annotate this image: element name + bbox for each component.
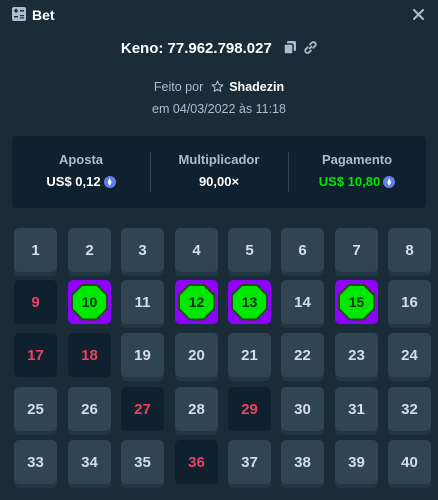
tile-number: 36 [188, 453, 205, 471]
keno-tile-26[interactable]: 26 [68, 387, 111, 431]
tile-number: 10 [81, 294, 98, 310]
keno-tile-10[interactable]: 10 [68, 280, 111, 324]
tile-number: 14 [294, 293, 311, 311]
tile-number: 13 [241, 294, 258, 310]
keno-tile-24[interactable]: 24 [388, 333, 431, 377]
keno-tile-28[interactable]: 28 [175, 387, 218, 431]
keno-tile-38[interactable]: 38 [281, 440, 324, 484]
tile-number: 7 [352, 241, 361, 259]
tile-number: 34 [81, 453, 98, 471]
keno-tile-23[interactable]: 23 [335, 333, 378, 377]
keno-tile-12[interactable]: 12 [175, 280, 218, 324]
keno-tile-11[interactable]: 11 [121, 280, 164, 324]
keno-tile-25[interactable]: 25 [14, 387, 57, 431]
tile-number: 31 [348, 400, 365, 418]
tile-number: 5 [245, 241, 254, 259]
keno-tile-19[interactable]: 19 [121, 333, 164, 377]
keno-tile-34[interactable]: 34 [68, 440, 111, 484]
tile-number: 2 [85, 241, 94, 259]
keno-tile-1[interactable]: 1 [14, 228, 57, 272]
keno-tile-2[interactable]: 2 [68, 228, 111, 272]
tile-number: 16 [401, 293, 418, 311]
tile-number: 28 [188, 400, 205, 418]
keno-tile-9[interactable]: 9 [14, 280, 57, 324]
tile-number: 17 [27, 346, 44, 364]
tile-number: 22 [294, 346, 311, 364]
tile-number: 19 [134, 346, 151, 364]
tile-number: 37 [241, 453, 258, 471]
keno-tile-40[interactable]: 40 [388, 440, 431, 484]
keno-tile-20[interactable]: 20 [175, 333, 218, 377]
tile-number: 20 [188, 346, 205, 364]
tile-number: 27 [134, 400, 151, 418]
tile-number: 40 [401, 453, 418, 471]
tile-number: 21 [241, 346, 258, 364]
keno-tile-18[interactable]: 18 [68, 333, 111, 377]
tile-number: 18 [81, 346, 98, 364]
keno-tile-36[interactable]: 36 [175, 440, 218, 484]
keno-board: 1 2 3 4 5 6 7 8 9 10 11 12 13 14 15 16 17 18 19 20 21 22 23 24 2… [0, 0, 438, 500]
tile-number: 9 [31, 293, 40, 311]
tile-number: 4 [192, 241, 201, 259]
keno-tile-32[interactable]: 32 [388, 387, 431, 431]
tile-number: 39 [348, 453, 365, 471]
keno-tile-13[interactable]: 13 [228, 280, 271, 324]
keno-tile-21[interactable]: 21 [228, 333, 271, 377]
keno-tile-7[interactable]: 7 [335, 228, 378, 272]
keno-tile-3[interactable]: 3 [121, 228, 164, 272]
keno-tile-5[interactable]: 5 [228, 228, 271, 272]
tile-number: 24 [401, 346, 418, 364]
keno-tile-14[interactable]: 14 [281, 280, 324, 324]
tile-number: 23 [348, 346, 365, 364]
keno-tile-29[interactable]: 29 [228, 387, 271, 431]
tile-number: 8 [405, 241, 414, 259]
tile-number: 33 [27, 453, 44, 471]
gem-icon: 12 [178, 283, 215, 321]
gem-icon: 13 [231, 283, 268, 321]
tile-number: 38 [294, 453, 311, 471]
keno-tile-31[interactable]: 31 [335, 387, 378, 431]
keno-tile-35[interactable]: 35 [121, 440, 164, 484]
keno-tile-22[interactable]: 22 [281, 333, 324, 377]
tile-number: 11 [134, 293, 151, 311]
gem-icon: 10 [71, 283, 108, 321]
gem-icon: 15 [338, 283, 375, 321]
tile-number: 29 [241, 400, 258, 418]
keno-tile-17[interactable]: 17 [14, 333, 57, 377]
tile-number: 32 [401, 400, 418, 418]
tile-number: 1 [31, 241, 40, 259]
keno-tile-30[interactable]: 30 [281, 387, 324, 431]
keno-tile-8[interactable]: 8 [388, 228, 431, 272]
keno-tile-39[interactable]: 39 [335, 440, 378, 484]
tile-number: 30 [294, 400, 311, 418]
keno-tile-16[interactable]: 16 [388, 280, 431, 324]
tile-number: 3 [138, 241, 147, 259]
keno-tile-4[interactable]: 4 [175, 228, 218, 272]
tile-number: 12 [188, 294, 205, 310]
keno-tile-6[interactable]: 6 [281, 228, 324, 272]
tile-number: 35 [134, 453, 151, 471]
tile-number: 6 [298, 241, 307, 259]
keno-tile-37[interactable]: 37 [228, 440, 271, 484]
keno-tile-27[interactable]: 27 [121, 387, 164, 431]
tile-number: 26 [81, 400, 98, 418]
tile-number: 25 [27, 400, 44, 418]
keno-tile-33[interactable]: 33 [14, 440, 57, 484]
keno-tile-15[interactable]: 15 [335, 280, 378, 324]
tile-number: 15 [348, 294, 365, 310]
